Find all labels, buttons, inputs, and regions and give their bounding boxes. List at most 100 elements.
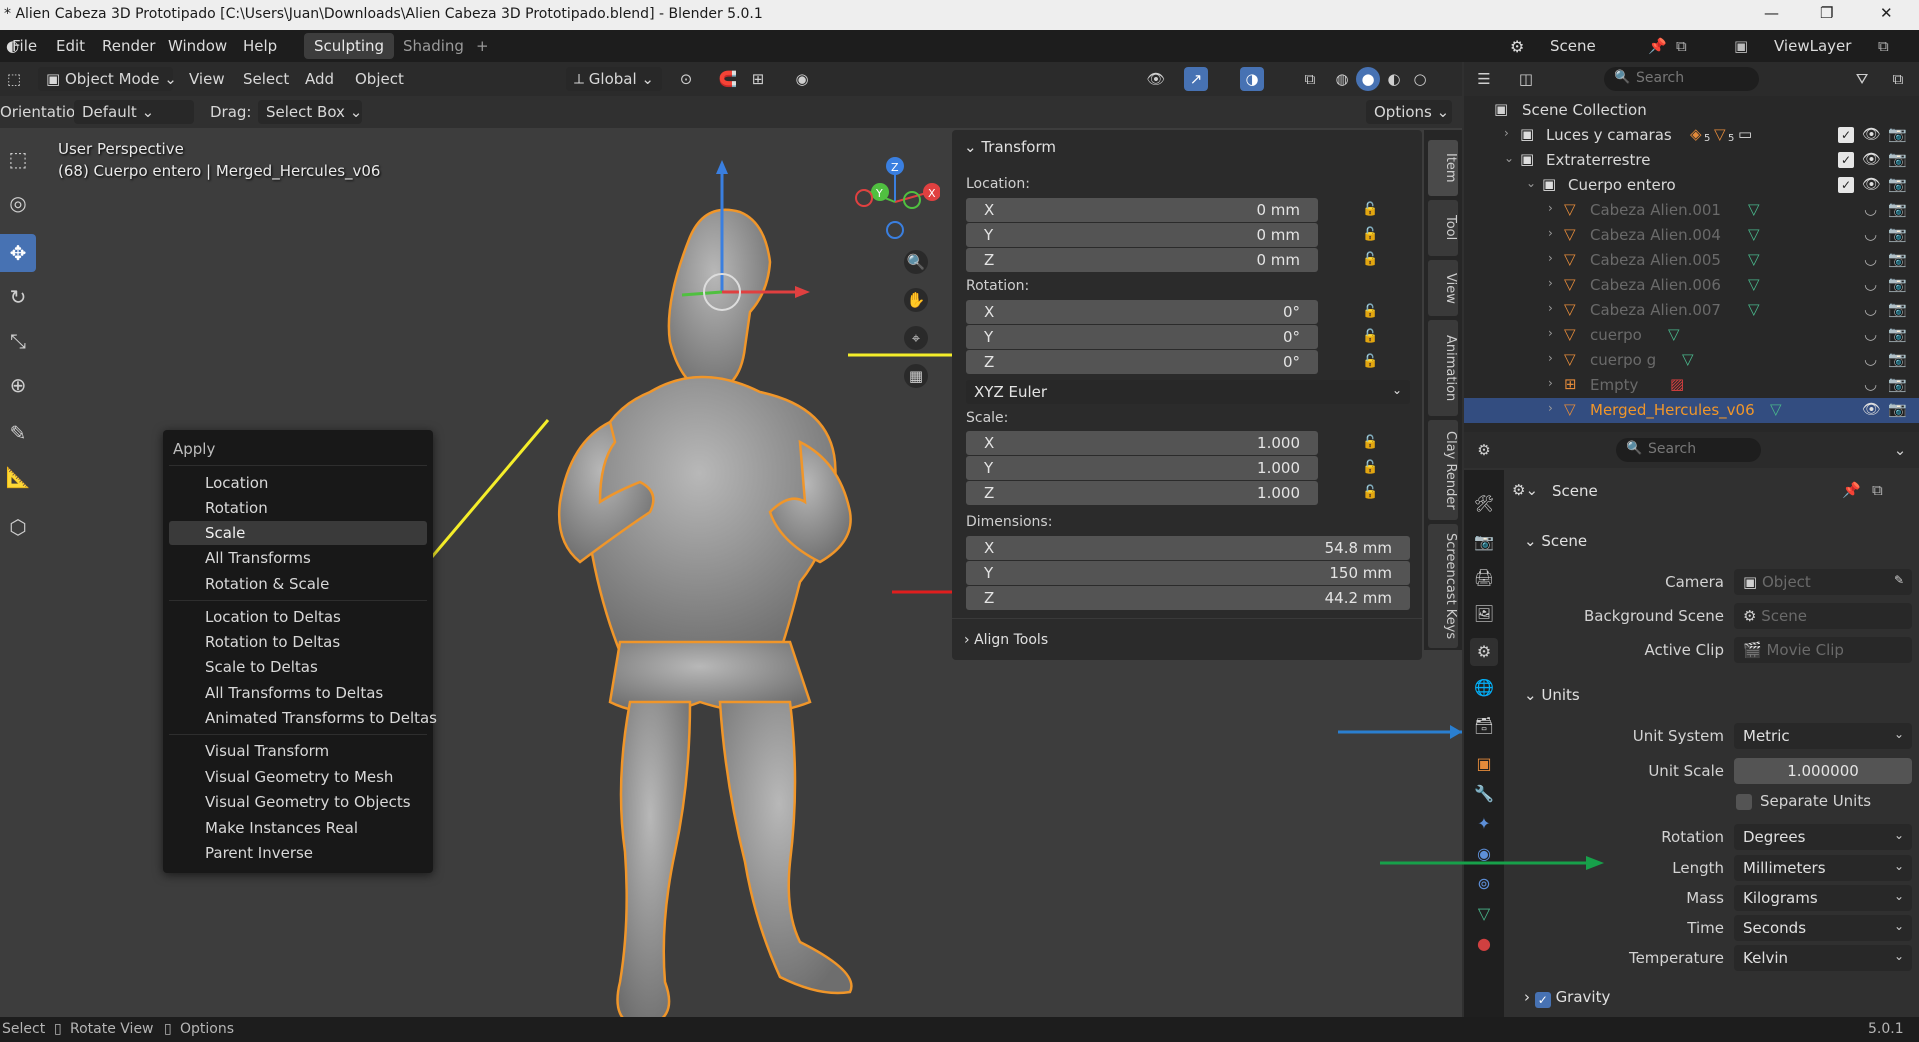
- expand-icon[interactable]: ›: [1548, 276, 1553, 290]
- dimensions-x-field[interactable]: X 54.8 mm: [966, 536, 1410, 560]
- gravity-checkbox[interactable]: ✓: [1534, 992, 1551, 1008]
- apply-all-transforms-deltas[interactable]: All Transforms to Deltas: [205, 684, 383, 702]
- lock-icon[interactable]: 🔓: [1362, 202, 1378, 218]
- dimensions-y-field[interactable]: Y 150 mm: [966, 561, 1410, 585]
- transform-tool-icon[interactable]: ⊕: [0, 366, 36, 404]
- rotation-y-field[interactable]: Y 0°: [966, 325, 1318, 349]
- options-dropdown[interactable]: Options ⌄: [1366, 100, 1452, 124]
- drag-dropdown[interactable]: Select Box ⌄: [258, 100, 362, 124]
- minimize-button[interactable]: —: [1764, 4, 1779, 22]
- apply-scale[interactable]: Scale: [205, 524, 245, 542]
- exclude-checkbox[interactable]: ✓: [1838, 152, 1854, 168]
- separate-units-checkbox[interactable]: [1736, 794, 1752, 810]
- tab-sculpting[interactable]: Sculpting: [304, 33, 395, 59]
- expand-icon[interactable]: ›: [1548, 401, 1553, 415]
- render-tab-icon[interactable]: 📷: [1470, 528, 1498, 556]
- render-camera-icon[interactable]: 📷: [1888, 300, 1907, 318]
- outliner-row[interactable]: › ▽ Cabeza Alien.001 ▽ ◡ 📷: [1464, 198, 1919, 223]
- collection-tab-icon[interactable]: 🗃: [1470, 712, 1498, 740]
- apply-location-deltas[interactable]: Location to Deltas: [205, 608, 341, 626]
- navigation-gizmo[interactable]: Z X Y: [850, 152, 941, 242]
- length-unit-dropdown[interactable]: Millimeters ⌄: [1734, 855, 1912, 881]
- maximize-button[interactable]: ❐: [1820, 4, 1833, 22]
- apply-rotation-deltas[interactable]: Rotation to Deltas: [205, 633, 340, 651]
- data-tab-icon[interactable]: ▽: [1470, 900, 1498, 928]
- apply-visual-transform[interactable]: Visual Transform: [205, 742, 329, 760]
- render-camera-icon[interactable]: 📷: [1888, 275, 1907, 293]
- rendered-shading-icon[interactable]: ○: [1408, 67, 1432, 91]
- menu-edit[interactable]: Edit: [56, 37, 85, 55]
- expand-icon[interactable]: ›: [1504, 126, 1509, 140]
- eye-closed-icon[interactable]: ◡: [1864, 225, 1877, 243]
- render-camera-icon[interactable]: 📷: [1888, 200, 1907, 218]
- ortho-grid-icon[interactable]: ▦: [904, 364, 928, 388]
- outliner-row[interactable]: › ▣ Luces y camaras ◈ 5 ▽ 5 ▭ ✓ 👁 📷: [1464, 123, 1919, 148]
- eye-closed-icon[interactable]: ◡: [1864, 275, 1877, 293]
- add-workspace-button[interactable]: +: [476, 37, 489, 55]
- camera-view-icon[interactable]: ⌖: [904, 326, 928, 350]
- snap-target-icon[interactable]: ⊞: [746, 67, 770, 91]
- scene-section-header[interactable]: ⌄ Scene: [1524, 532, 1587, 550]
- render-camera-icon[interactable]: 📷: [1888, 150, 1907, 168]
- tab-view[interactable]: View: [1428, 260, 1458, 316]
- align-tools-header[interactable]: › Align Tools: [964, 632, 1048, 648]
- render-camera-icon[interactable]: 📷: [1888, 350, 1907, 368]
- mass-unit-dropdown[interactable]: Kilograms ⌄: [1734, 885, 1912, 911]
- apply-make-instances-real[interactable]: Make Instances Real: [205, 819, 358, 837]
- output-tab-icon[interactable]: 🖨: [1470, 564, 1498, 592]
- close-button[interactable]: ✕: [1880, 4, 1893, 22]
- menu-select[interactable]: Select: [243, 70, 289, 88]
- apply-location[interactable]: Location: [205, 474, 268, 492]
- scale-tool-icon[interactable]: ⤡: [0, 322, 36, 360]
- material-tab-icon[interactable]: ●: [1470, 930, 1498, 958]
- world-tab-icon[interactable]: 🌐: [1470, 674, 1498, 702]
- menu-help[interactable]: Help: [243, 37, 277, 55]
- apply-visual-geometry-objects[interactable]: Visual Geometry to Objects: [205, 793, 411, 811]
- expand-icon[interactable]: ›: [1548, 226, 1553, 240]
- dimensions-z-field[interactable]: Z 44.2 mm: [966, 586, 1410, 610]
- cursor-tool-icon[interactable]: ◎: [0, 184, 36, 222]
- scene-icon[interactable]: ⚙: [1510, 37, 1524, 56]
- lock-icon[interactable]: 🔓: [1362, 485, 1378, 501]
- pivot-icon[interactable]: ⊙: [674, 67, 698, 91]
- expand-icon[interactable]: ›: [1548, 301, 1553, 315]
- tab-screencast-keys[interactable]: Screencast Keys: [1428, 524, 1458, 648]
- tab-item[interactable]: Item: [1428, 140, 1458, 196]
- temperature-unit-dropdown[interactable]: Kelvin ⌄: [1734, 945, 1912, 971]
- outliner-row[interactable]: ⌄ ▣ Extraterrestre ✓ 👁 📷: [1464, 148, 1919, 173]
- select-box-tool-icon[interactable]: ⬚: [0, 140, 36, 178]
- menu-file[interactable]: File: [12, 37, 37, 55]
- eye-icon[interactable]: 👁: [1862, 175, 1881, 193]
- outliner-row[interactable]: ▣ Scene Collection: [1464, 98, 1919, 123]
- eye-icon[interactable]: 👁: [1862, 400, 1881, 418]
- active-clip-field[interactable]: 🎬 Movie Clip: [1734, 637, 1912, 663]
- outliner-row-selected[interactable]: › ▽ Merged_Hercules_v06 ▽ 👁 📷: [1464, 398, 1919, 423]
- rotation-z-field[interactable]: Z 0°: [966, 350, 1318, 374]
- display-mode-icon[interactable]: ◫: [1514, 67, 1538, 91]
- scale-y-field[interactable]: Y 1.000: [966, 456, 1318, 480]
- camera-field[interactable]: ▣ Object ✎: [1734, 569, 1912, 595]
- location-x-field[interactable]: X 0 mm: [966, 198, 1318, 222]
- render-camera-icon[interactable]: 📷: [1888, 125, 1907, 143]
- render-camera-icon[interactable]: 📷: [1888, 175, 1907, 193]
- copy-icon[interactable]: ⧉: [1872, 481, 1883, 499]
- background-scene-field[interactable]: ⚙ Scene: [1734, 603, 1912, 629]
- new-collection-icon[interactable]: ⧉: [1886, 67, 1910, 91]
- editor-type-icon[interactable]: ⚙: [1472, 438, 1496, 462]
- gravity-section-header[interactable]: › ✓ Gravity: [1524, 988, 1610, 1008]
- time-unit-dropdown[interactable]: Seconds ⌄: [1734, 915, 1912, 941]
- lock-icon[interactable]: 🔓: [1362, 435, 1378, 451]
- scale-z-field[interactable]: Z 1.000: [966, 481, 1318, 505]
- snap-icon[interactable]: 🧲: [716, 67, 740, 91]
- apply-rotation[interactable]: Rotation: [205, 499, 268, 517]
- material-shading-icon[interactable]: ◐: [1382, 67, 1406, 91]
- expand-icon[interactable]: ›: [1548, 326, 1553, 340]
- unit-system-dropdown[interactable]: Metric ⌄: [1734, 723, 1912, 749]
- outliner-row[interactable]: › ▽ Cabeza Alien.005 ▽ ◡ 📷: [1464, 248, 1919, 273]
- lock-icon[interactable]: 🔓: [1362, 329, 1378, 345]
- eye-closed-icon[interactable]: ◡: [1864, 200, 1877, 218]
- orientation-dropdown[interactable]: Default ⌄: [74, 100, 194, 124]
- filter-icon[interactable]: ⛛: [1850, 67, 1874, 91]
- wireframe-shading-icon[interactable]: ◍: [1330, 67, 1354, 91]
- scale-x-field[interactable]: X 1.000: [966, 431, 1318, 455]
